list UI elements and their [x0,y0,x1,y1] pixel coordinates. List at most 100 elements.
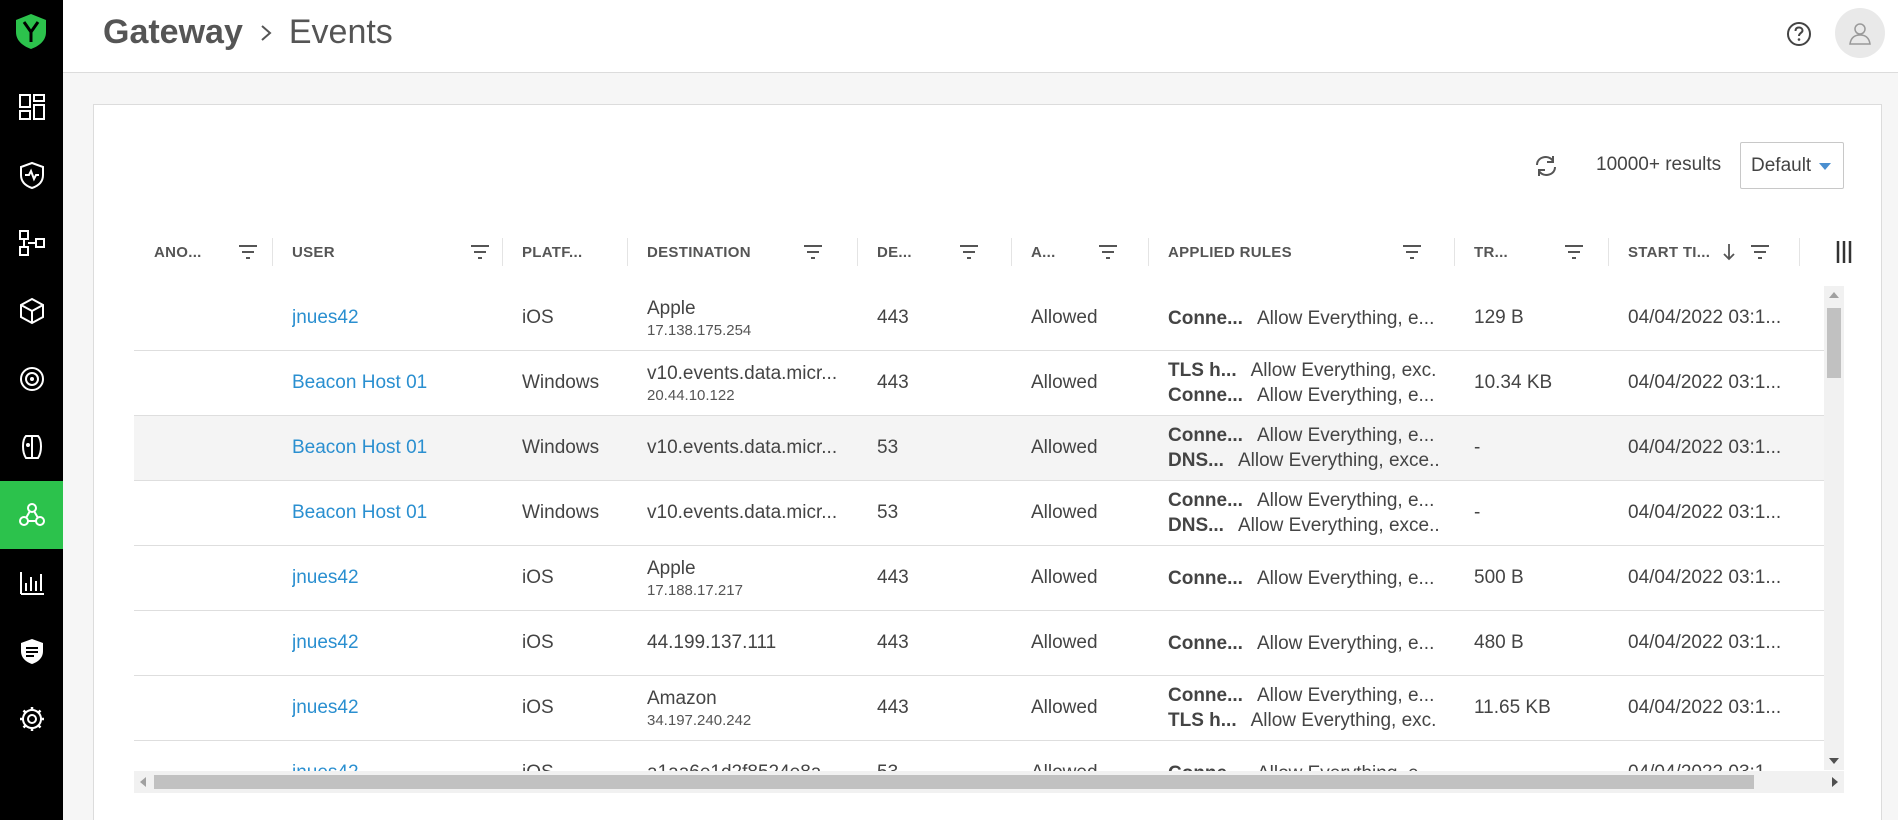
filter-icon[interactable] [801,240,825,264]
rule-entry: Conne... Allow Everything, e... [1168,566,1438,591]
filter-icon[interactable] [468,240,492,264]
table-row[interactable]: jnues42 iOS a1aa6e1d2f8524e8a... 53 Allo… [134,741,1824,771]
col-start-time[interactable]: START TI... [1628,218,1769,286]
cell-start-time: 04/04/2022 03:1... [1628,567,1782,588]
columns-icon[interactable] [1834,238,1854,266]
cell-transfer: - [1474,502,1481,523]
table-row[interactable]: Beacon Host 01 Windows v10.events.data.m… [134,416,1824,481]
view-select[interactable]: Default [1740,142,1844,189]
cell-user[interactable]: Beacon Host 01 [292,416,492,480]
column-divider[interactable] [1011,238,1012,266]
results-count: 10000+ results [1596,154,1722,175]
cell-start-time: 04/04/2022 03:1... [1628,307,1782,328]
cell-port: 443 [877,567,909,588]
nav-policies[interactable] [0,617,63,685]
user-avatar[interactable] [1835,8,1885,58]
table-row[interactable]: jnues42 iOS Apple 17.188.17.217 443 Allo… [134,546,1824,611]
table-row[interactable]: jnues42 iOS Amazon 34.197.240.242 443 Al… [134,676,1824,741]
cell-destination: v10.events.data.micr... [647,416,847,480]
column-divider[interactable] [1454,238,1455,266]
cell-user[interactable]: Beacon Host 01 [292,351,492,415]
col-anomaly[interactable]: ANO... [154,218,257,286]
scroll-thumb[interactable] [154,775,1754,789]
refresh-icon[interactable] [1531,151,1561,181]
rule-name: Allow Everything, exc... [1250,710,1438,731]
rule-type: Conne... [1168,307,1243,329]
cell-applied-rules: Conne... Allow Everything, e... [1168,546,1438,610]
cell-platform: iOS [522,307,554,328]
table-row[interactable]: jnues42 iOS Apple 17.138.175.254 443 All… [134,286,1824,351]
cell-platform: Windows [522,437,600,458]
table-row[interactable]: Beacon Host 01 Windows v10.events.data.m… [134,351,1824,416]
logo-shield-icon[interactable] [12,12,50,50]
breadcrumb-root[interactable]: Gateway [103,13,243,52]
cell-user[interactable]: jnues42 [292,611,492,675]
filter-icon[interactable] [1096,240,1120,264]
scroll-up-arrow-icon[interactable] [1829,292,1839,298]
table-row[interactable]: jnues42 iOS 44.199.137.111 443 Allowed C… [134,611,1824,676]
filter-icon[interactable] [1562,240,1586,264]
cell-platform: iOS [522,632,554,653]
cell-user[interactable]: jnues42 [292,741,492,771]
filter-icon[interactable] [1400,240,1424,264]
scroll-thumb[interactable] [1827,308,1841,378]
nav-targets[interactable] [0,345,63,413]
col-action[interactable]: A... [1031,218,1117,286]
horizontal-scrollbar[interactable] [134,771,1844,793]
cell-applied-rules: TLS h... Allow Everything, exc... Conne..… [1168,351,1438,415]
col-user[interactable]: USER [292,218,489,286]
column-divider[interactable] [1799,238,1800,266]
filter-icon[interactable] [957,240,981,264]
col-platform[interactable]: PLATF... [522,218,582,286]
cell-user[interactable]: Beacon Host 01 [292,481,492,545]
help-circle-icon[interactable] [1786,21,1812,47]
col-label: A... [1031,243,1056,261]
sort-desc-icon[interactable] [1720,242,1738,262]
rule-entry: Conne... Allow Everything, e... [1168,383,1438,408]
column-divider[interactable] [1608,238,1609,266]
col-port[interactable]: DE... [877,218,978,286]
cell-action: Allowed [1031,307,1098,328]
column-divider[interactable] [627,238,628,266]
destination-name: v10.events.data.micr... [647,502,838,523]
nav-devices[interactable] [0,277,63,345]
nav-dashboard[interactable] [0,73,63,141]
filter-icon[interactable] [1748,240,1772,264]
nav-security[interactable] [0,141,63,209]
cell-user[interactable]: jnues42 [292,546,492,610]
cell-user[interactable]: jnues42 [292,676,492,740]
scroll-left-arrow-icon[interactable] [140,777,146,787]
col-transfer[interactable]: TR... [1474,218,1583,286]
rule-entry: TLS h... Allow Everything, exc... [1168,358,1438,383]
col-label: USER [292,243,335,261]
nav-network[interactable] [0,209,63,277]
nav-settings[interactable] [0,685,63,753]
page-header: Gateway Events [63,0,1898,73]
nav-identity[interactable] [0,413,63,481]
column-divider[interactable] [1148,238,1149,266]
cell-applied-rules: Conne... Allow Everything, e... [1168,611,1438,675]
table-row[interactable]: Beacon Host 01 Windows v10.events.data.m… [134,481,1824,546]
cell-destination: a1aa6e1d2f8524e8a... [647,741,847,771]
rule-type: Conne... [1168,632,1243,654]
cell-action: Allowed [1031,372,1098,393]
caret-down-icon [1819,163,1831,170]
column-divider[interactable] [502,238,503,266]
filter-icon[interactable] [236,240,260,264]
destination-name: Amazon [647,687,717,709]
vertical-scrollbar[interactable] [1824,286,1844,770]
rule-type: Conne... [1168,761,1243,772]
scroll-right-arrow-icon[interactable] [1832,777,1838,787]
cell-platform: Windows [522,502,600,523]
column-divider[interactable] [857,238,858,266]
col-applied-rules[interactable]: APPLIED RULES [1168,218,1421,286]
cell-user[interactable]: jnues42 [292,286,492,350]
rule-entry: DNS... Allow Everything, exce... [1168,448,1438,473]
scroll-down-arrow-icon[interactable] [1829,758,1839,764]
nav-analytics[interactable] [0,549,63,617]
cell-transfer: 10.34 KB [1474,372,1553,393]
nav-gateway[interactable] [0,481,63,549]
rule-type: Conne... [1168,685,1243,706]
col-destination[interactable]: DESTINATION [647,218,822,286]
column-divider[interactable] [272,238,273,266]
